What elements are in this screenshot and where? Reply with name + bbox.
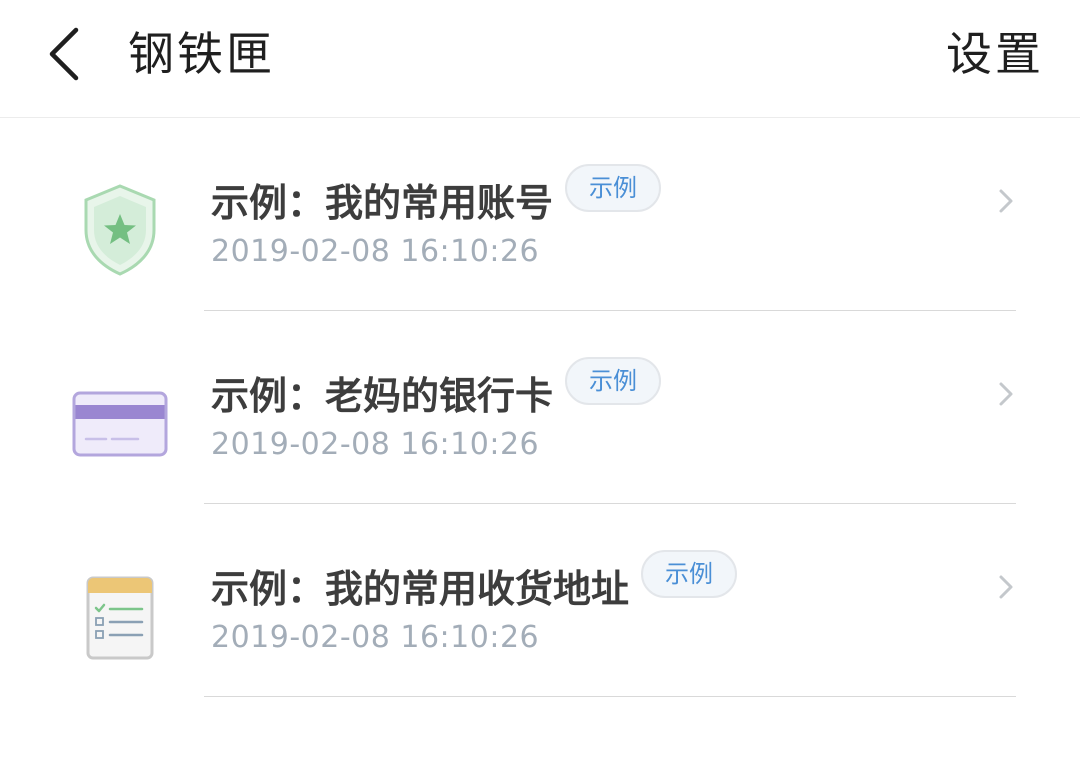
- example-tag: 示例: [565, 357, 662, 405]
- chevron-right-icon: [999, 575, 1013, 599]
- item-title: 示例：我的常用账号: [211, 181, 554, 225]
- bank-card-icon: [68, 373, 172, 473]
- example-tag: 示例: [565, 164, 662, 212]
- list-item[interactable]: 示例：老妈的银行卡 示例 2019-02-08 16:10:26: [0, 311, 1080, 504]
- item-title: 示例：我的常用收货地址: [211, 567, 630, 611]
- item-title-row: 示例：我的常用收货地址 示例: [211, 550, 738, 620]
- item-timestamp: 2019-02-08 16:10:26: [211, 427, 540, 462]
- list-item[interactable]: 示例：我的常用收货地址 示例 2019-02-08 16:10:26: [0, 504, 1080, 697]
- divider: [204, 696, 1016, 697]
- item-list: 示例：我的常用账号 示例 2019-02-08 16:10:26 示例：老妈的银…: [0, 118, 1080, 697]
- checklist-note-icon: [68, 566, 172, 666]
- page-title: 钢铁匣: [128, 27, 275, 81]
- item-title-row: 示例：老妈的银行卡 示例: [211, 357, 662, 427]
- chevron-right-icon: [999, 189, 1013, 213]
- item-title: 示例：老妈的银行卡: [211, 374, 554, 418]
- example-tag: 示例: [641, 550, 738, 598]
- shield-star-icon: [68, 180, 172, 280]
- chevron-right-icon: [999, 382, 1013, 406]
- item-timestamp: 2019-02-08 16:10:26: [211, 234, 540, 269]
- back-button[interactable]: [40, 22, 90, 86]
- top-bar: 钢铁匣 设置: [0, 0, 1080, 118]
- item-title-row: 示例：我的常用账号 示例: [211, 164, 662, 234]
- settings-button[interactable]: 设置: [946, 26, 1044, 82]
- chevron-left-icon: [49, 27, 79, 81]
- item-timestamp: 2019-02-08 16:10:26: [211, 620, 540, 655]
- list-item[interactable]: 示例：我的常用账号 示例 2019-02-08 16:10:26: [0, 118, 1080, 311]
